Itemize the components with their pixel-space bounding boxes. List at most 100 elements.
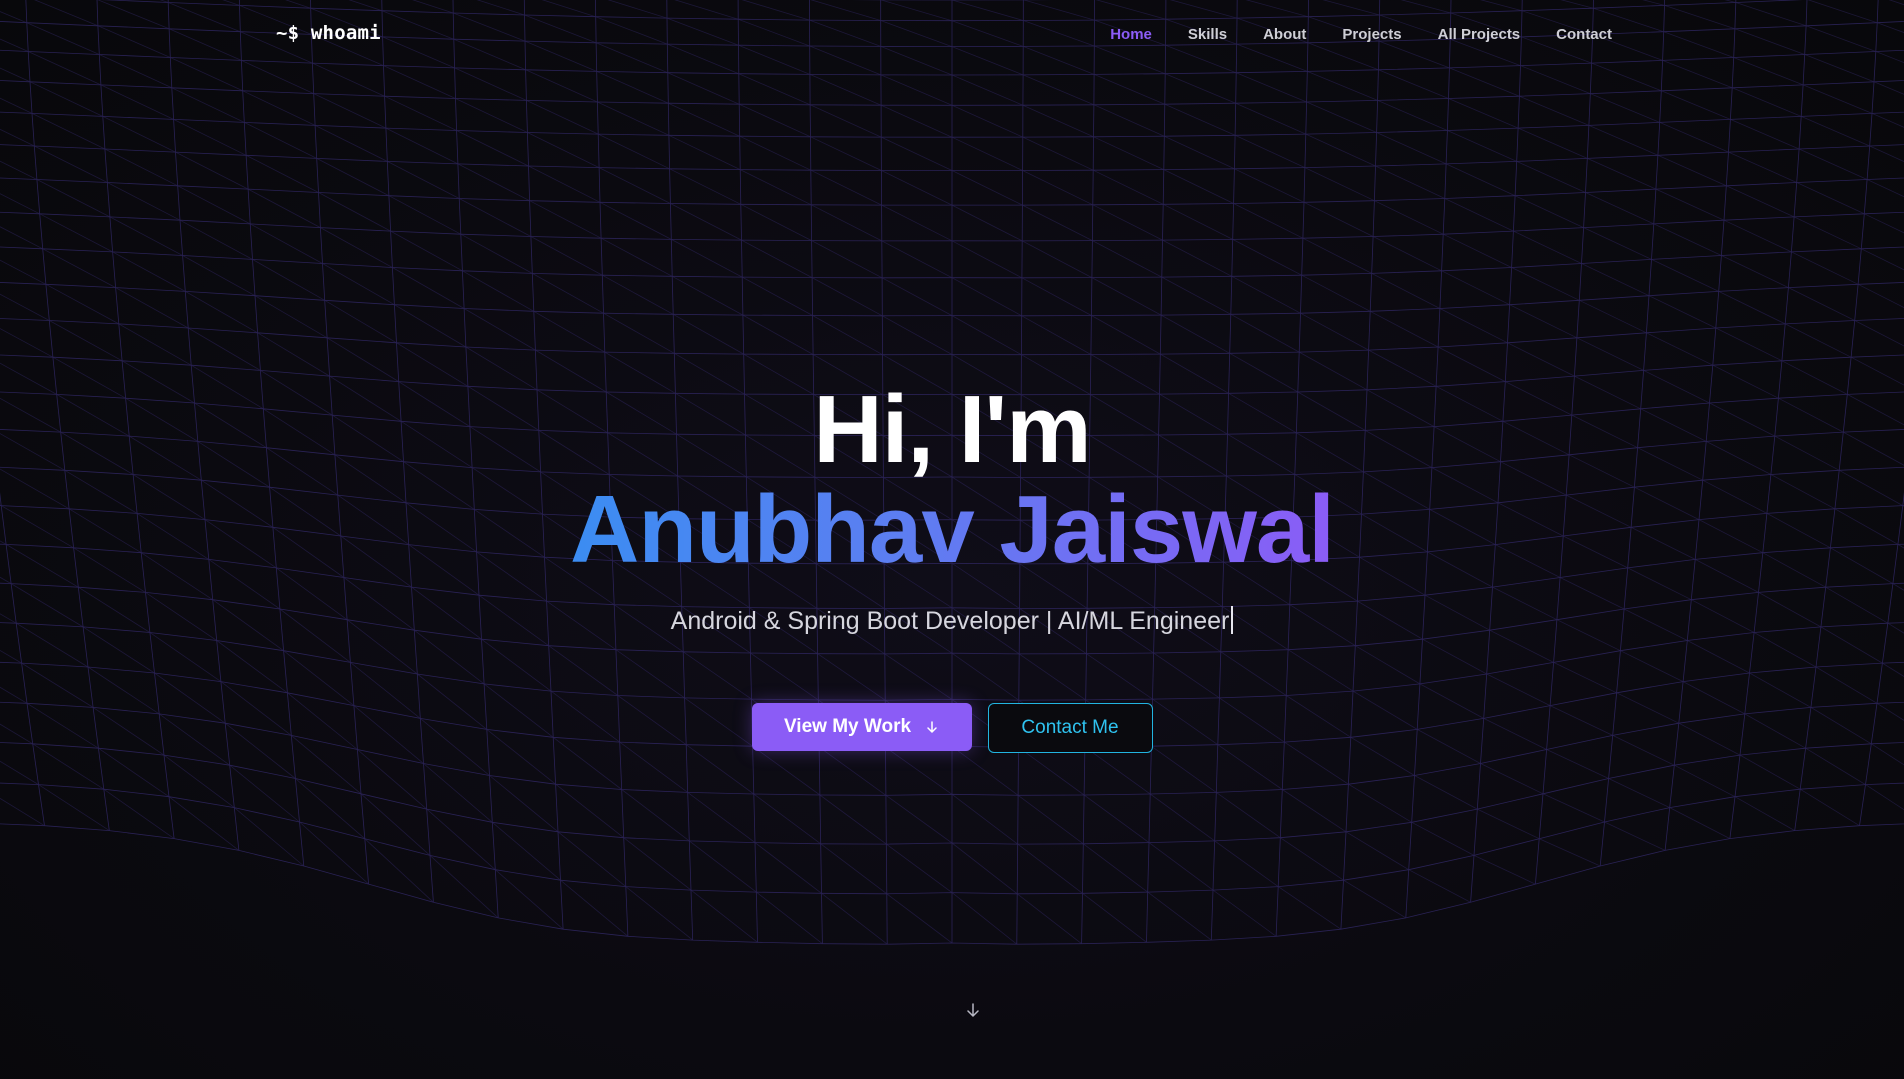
mesh-diagonal-line [460,233,533,274]
mesh-diagonal-line [456,130,529,167]
hero-name: Anubhav Jaiswal [570,476,1335,583]
mesh-diagonal-line [109,216,183,256]
mesh-diagonal-line [1588,125,1659,156]
hero-greeting: Hi, I'm [813,376,1091,483]
mesh-diagonal-line [555,783,624,839]
mesh-diagonal-line [1022,170,1093,206]
mesh-diagonal-line [811,204,882,242]
mesh-diagonal-line [880,74,953,106]
mesh-diagonal-line [42,248,116,288]
mesh-diagonal-line [1378,69,1449,99]
mesh-diagonal-line [1723,219,1792,253]
mesh-diagonal-line [742,314,814,355]
hero-subtitle: Android & Spring Boot Developer | AI/ML … [0,606,1904,636]
mesh-diagonal-line [455,98,528,133]
contact-me-button[interactable]: Contact Me [987,703,1153,753]
nav-link-contact[interactable]: Contact [1556,26,1612,43]
mesh-diagonal-line [1372,236,1442,272]
typing-cursor [1231,606,1234,634]
mesh-diagonal-line [1865,784,1904,811]
mesh-diagonal-line [387,161,460,199]
mesh-diagonal-line [689,840,757,893]
scroll-down-arrow-icon[interactable] [964,1001,982,1019]
mesh-diagonal-line [1511,267,1580,301]
mesh-diagonal-line [1480,763,1544,795]
mesh-diagonal-line [881,277,953,316]
mesh-diagonal-line [1306,101,1377,133]
mesh-diagonal-line [687,792,756,843]
mesh-diagonal-line [1445,163,1516,197]
nav-link-all-projects[interactable]: All Projects [1438,26,1521,43]
nav-link-home[interactable]: Home [1110,26,1152,43]
mesh-diagonal-line [0,160,38,180]
mesh-diagonal-line [318,192,391,232]
mesh-diagonal-line [884,653,953,700]
mesh-diagonal-line [394,304,467,348]
mesh-diagonal-line [1873,81,1904,95]
mesh-diagonal-line [45,283,119,325]
nav-link-about[interactable]: About [1263,26,1306,43]
mesh-diagonal-line [810,169,882,206]
mesh-diagonal-line [1086,653,1153,700]
mesh-diagonal-line [668,134,741,170]
mesh-diagonal-line [1669,807,1731,839]
mesh-diagonal-line [1864,213,1904,234]
mesh-diagonal-line [525,69,598,103]
mesh-diagonal-line [881,136,953,171]
mesh-diagonal-line [1477,808,1540,840]
mesh-diagonal-line [1301,274,1371,312]
mesh-diagonal-line [809,74,882,106]
mesh-diagonal-line [1220,651,1287,696]
mesh-diagonal-line [1715,327,1783,362]
mesh-diagonal-line [1305,133,1376,167]
mesh-diagonal-line [1414,775,1478,810]
mesh-diagonal-line [1148,842,1214,891]
mesh-diagonal-line [1802,84,1873,114]
mesh-diagonal-line [1149,793,1215,842]
mesh-diagonal-line [245,154,319,193]
mesh-diagonal-line [1282,789,1347,833]
mesh-diagonal-line [179,219,253,260]
nav-links: Home Skills About Projects All Projects … [1110,26,1612,43]
mesh-diagonal-line [1815,666,1878,704]
nav-link-projects[interactable]: Projects [1342,26,1401,43]
mesh-diagonal-line [603,312,675,354]
mesh-diagonal-line [886,893,953,944]
mesh-diagonal-line [1277,886,1342,930]
mesh-diagonal-line [457,163,530,202]
mesh-diagonal-line [1620,650,1684,682]
mesh-diagonal-line [951,136,1023,171]
nav-link-skills[interactable]: Skills [1188,26,1227,43]
mesh-diagonal-line [885,794,953,844]
mesh-diagonal-line [1093,136,1164,170]
mesh-diagonal-line [738,73,811,106]
mesh-diagonal-line [1687,640,1750,674]
mesh-diagonal-line [326,337,399,382]
mesh-diagonal-line [100,84,174,120]
mesh-diagonal-line [752,745,821,796]
mesh-diagonal-line [0,128,35,147]
site-logo[interactable]: ~$ whoami [276,22,381,44]
mesh-diagonal-line [821,892,888,945]
mesh-diagonal-line [682,651,752,700]
mesh-diagonal-line [384,95,457,131]
mesh-diagonal-line [810,136,882,171]
mesh-diagonal-line [951,842,1018,895]
mesh-diagonal-line [820,843,888,895]
mesh-diagonal-line [1513,230,1582,264]
mesh-diagonal-line [163,754,235,808]
mesh-diagonal-line [1022,104,1094,138]
mesh-diagonal-line [669,168,741,205]
mesh-diagonal-line [313,93,387,129]
mesh-diagonal-line [185,291,258,334]
mesh-diagonal-line [621,789,690,842]
mesh-diagonal-line [625,886,693,941]
mesh-diagonal-line [671,239,743,278]
mesh-diagonal-line [1280,837,1344,881]
mesh-diagonal-line [1082,892,1147,943]
mesh-diagonal-line [283,650,355,706]
mesh-diagonal-line [1449,67,1520,97]
mesh-diagonal-line [528,165,601,203]
mesh-diagonal-line [1796,182,1865,215]
view-my-work-button[interactable]: View My Work [751,703,972,751]
